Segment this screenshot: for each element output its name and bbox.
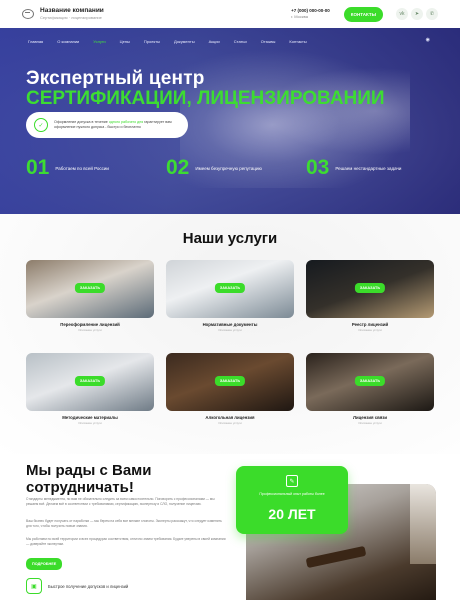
more-button[interactable]: ПОДРОБНЕЕ bbox=[26, 558, 63, 570]
logo[interactable]: Название компании Сертификация · лицензи… bbox=[40, 6, 104, 21]
order-button[interactable]: ЗАКАЗАТЬ bbox=[354, 376, 386, 386]
service-description: Описание услуги bbox=[78, 328, 102, 332]
service-description: Описание услуги bbox=[218, 421, 242, 425]
service-card[interactable]: ЗАКАЗАТЬ Реестр лицензий Описание услуги bbox=[306, 260, 434, 334]
service-name[interactable]: Алкогольная лицензия bbox=[166, 415, 294, 420]
company-name: Название компании bbox=[40, 6, 104, 14]
about-paragraph: Ваш бизнес будет получать от наработки —… bbox=[26, 519, 222, 528]
document-check-icon: ✓ bbox=[34, 118, 48, 132]
order-button[interactable]: ЗАКАЗАТЬ bbox=[354, 283, 386, 293]
service-description: Описание услуги bbox=[218, 328, 242, 332]
company-tagline: Сертификация · лицензирование bbox=[40, 15, 102, 21]
whatsapp-icon[interactable]: ✆ bbox=[426, 8, 438, 20]
service-name[interactable]: Реестр лицензий bbox=[306, 322, 434, 327]
service-card[interactable]: ЗАКАЗАТЬ Алкогольная лицензия Описание у… bbox=[166, 353, 294, 427]
feature-label: Быстрое получение допусков и лицензий bbox=[48, 583, 129, 589]
header: Название компании Сертификация · лицензи… bbox=[0, 0, 460, 28]
logo-icon[interactable] bbox=[22, 9, 34, 19]
experience-years: 20 ЛЕТ bbox=[268, 506, 316, 522]
service-name[interactable]: Лицензия связи bbox=[306, 415, 434, 420]
order-button[interactable]: ЗАКАЗАТЬ bbox=[74, 376, 106, 386]
hero-stats: 01 Работаем по всей России 02 Имеем безу… bbox=[26, 156, 446, 182]
nav-item-documents[interactable]: Документы bbox=[174, 39, 195, 44]
nav-item-about[interactable]: О компании bbox=[57, 39, 79, 44]
hero-title: Экспертный центр bbox=[26, 68, 205, 89]
service-description: Описание услуги bbox=[78, 421, 102, 425]
accessibility-eye-icon[interactable]: ◉ bbox=[426, 37, 430, 43]
about-paragraph: Стандарты менеджмента, но вам не обязате… bbox=[26, 497, 215, 506]
stat-number: 02 bbox=[166, 156, 190, 179]
stat-label: Решаем нестандартные задачи bbox=[335, 165, 402, 171]
gavel-shape bbox=[305, 545, 367, 569]
nav-item-prices[interactable]: Цены bbox=[120, 39, 130, 44]
service-description: Описание услуги bbox=[358, 328, 382, 332]
hero-section: Главная О компании Услуги Цены Проекты Д… bbox=[0, 28, 460, 214]
service-name[interactable]: Переоформление лицензий bbox=[26, 322, 154, 327]
books-shape bbox=[410, 484, 436, 564]
service-card[interactable]: ЗАКАЗАТЬ Переоформление лицензий Описани… bbox=[26, 260, 154, 334]
stat-item: 01 Работаем по всей России bbox=[26, 156, 109, 180]
nav-item-projects[interactable]: Проекты bbox=[144, 39, 160, 44]
nav-item-contacts[interactable]: Контакты bbox=[289, 39, 306, 44]
stat-item: 03 Решаем нестандартные задачи bbox=[306, 156, 401, 180]
stat-label: Работаем по всей России bbox=[55, 165, 109, 171]
service-name[interactable]: Методические материалы bbox=[26, 415, 154, 420]
service-card[interactable]: ЗАКАЗАТЬ Методические материалы Описание… bbox=[26, 353, 154, 427]
nav-item-promos[interactable]: Акции bbox=[209, 39, 220, 44]
order-button[interactable]: ЗАКАЗАТЬ bbox=[214, 376, 246, 386]
hero-info-highlight: одного рабочего дня bbox=[108, 120, 144, 125]
certificate-icon: ✎ bbox=[286, 475, 298, 487]
stat-number: 01 bbox=[26, 156, 50, 179]
contacts-button[interactable]: КОНТАКТЫ bbox=[343, 6, 383, 22]
feature-item: ▣ Быстрое получение допусков и лицензий bbox=[26, 578, 128, 594]
nav-item-home[interactable]: Главная bbox=[28, 39, 43, 44]
service-name[interactable]: Нормативные документы bbox=[166, 322, 294, 327]
hero-info-pill: ✓ Оформление допуска в течение одного ра… bbox=[26, 112, 188, 138]
hero-info-text: Оформление допуска в течение одного рабо… bbox=[54, 120, 172, 129]
vk-icon[interactable]: vk bbox=[396, 8, 408, 20]
nav-item-reviews[interactable]: Отзывы bbox=[261, 39, 276, 44]
license-icon: ▣ bbox=[26, 578, 42, 594]
experience-badge: ✎ Профессиональный опыт работы более 20 … bbox=[236, 466, 348, 534]
main-nav: Главная О компании Услуги Цены Проекты Д… bbox=[0, 35, 460, 47]
page: Название компании Сертификация · лицензи… bbox=[0, 0, 460, 600]
city-label: г. Москва bbox=[291, 14, 308, 20]
order-button[interactable]: ЗАКАЗАТЬ bbox=[214, 283, 246, 293]
order-button[interactable]: ЗАКАЗАТЬ bbox=[74, 283, 106, 293]
experience-label: Профессиональный опыт работы более bbox=[259, 492, 325, 496]
service-card[interactable]: ЗАКАЗАТЬ Лицензия связи Описание услуги bbox=[306, 353, 434, 427]
telegram-icon[interactable]: ➤ bbox=[411, 8, 423, 20]
service-card[interactable]: ЗАКАЗАТЬ Нормативные документы Описание … bbox=[166, 260, 294, 334]
service-description: Описание услуги bbox=[358, 421, 382, 425]
about-paragraph: Мы работаем по всей территории и всех пр… bbox=[26, 537, 226, 546]
services-title: Наши услуги bbox=[182, 230, 278, 247]
stat-number: 03 bbox=[306, 156, 330, 179]
nav-item-articles[interactable]: Статьи bbox=[234, 39, 247, 44]
stat-item: 02 Имеем безупречную репутацию bbox=[166, 156, 262, 180]
stat-label: Имеем безупречную репутацию bbox=[195, 165, 262, 171]
hero-subtitle: СЕРТИФИКАЦИИ, ЛИЦЕНЗИРОВАНИИ bbox=[26, 88, 385, 109]
nav-item-services[interactable]: Услуги bbox=[93, 39, 105, 44]
about-title: Мы рады с Вами сотрудничать! bbox=[26, 462, 152, 496]
contact-info: +7 (000) 000-00-00 г. Москва bbox=[291, 8, 330, 19]
